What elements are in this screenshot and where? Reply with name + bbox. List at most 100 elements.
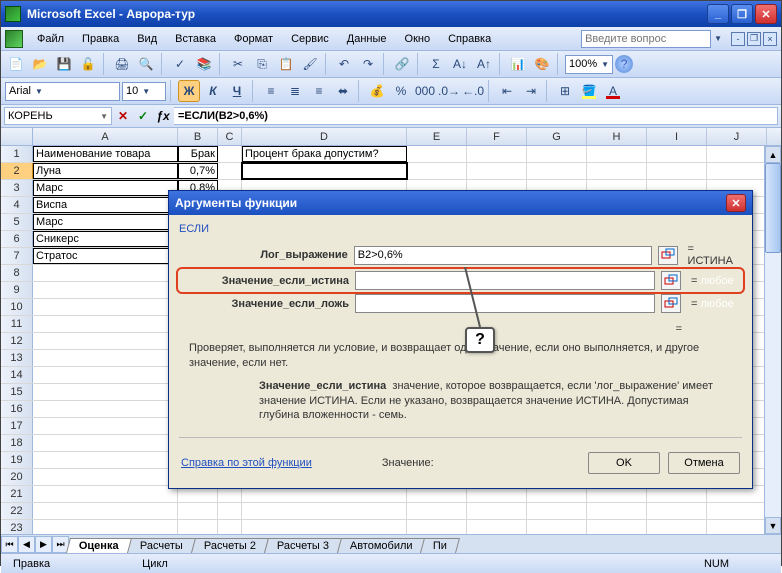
cell-D2[interactable] — [242, 163, 407, 179]
cell-H1[interactable] — [587, 146, 647, 162]
row-header[interactable]: 16 — [1, 401, 33, 417]
cell-A13[interactable] — [33, 350, 178, 366]
cell-B2[interactable]: 0,7% — [178, 163, 218, 179]
cell-B22[interactable] — [178, 503, 218, 519]
italic-button[interactable]: К — [202, 80, 224, 102]
cell-I2[interactable] — [647, 163, 707, 179]
currency-button[interactable]: 💰 — [366, 80, 388, 102]
font-name-combo[interactable]: Arial▼ — [5, 82, 120, 101]
select-all-corner[interactable] — [1, 128, 33, 145]
col-header-A[interactable]: A — [33, 128, 178, 145]
undo-button[interactable]: ↶ — [333, 53, 355, 75]
inc-indent-button[interactable]: ⇥ — [520, 80, 542, 102]
row-header[interactable]: 12 — [1, 333, 33, 349]
menu-insert[interactable]: Вставка — [167, 30, 224, 48]
function-help-link[interactable]: Справка по этой функции — [181, 457, 312, 469]
cell-A19[interactable] — [33, 452, 178, 468]
comma-button[interactable]: 000 — [414, 80, 436, 102]
col-header-G[interactable]: G — [527, 128, 587, 145]
dialog-titlebar[interactable]: Аргументы функции ✕ — [169, 191, 752, 215]
arg1-input[interactable] — [354, 246, 652, 265]
cell-E22[interactable] — [407, 503, 467, 519]
scroll-down-button[interactable]: ▼ — [765, 517, 781, 534]
row-header[interactable]: 3 — [1, 180, 33, 196]
dec-decimal-button[interactable]: ←.0 — [462, 80, 484, 102]
row-header[interactable]: 11 — [1, 316, 33, 332]
mdi-restore[interactable]: ❐ — [747, 32, 761, 46]
name-box[interactable]: КОРЕНЬ▼ — [4, 107, 112, 125]
menu-help[interactable]: Справка — [440, 30, 499, 48]
row-header[interactable]: 9 — [1, 282, 33, 298]
cell-G22[interactable] — [527, 503, 587, 519]
format-painter-button[interactable]: 🖌 — [299, 53, 321, 75]
row-header[interactable]: 19 — [1, 452, 33, 468]
align-left-button[interactable]: ≡ — [260, 80, 282, 102]
arg2-ref-button[interactable] — [661, 271, 681, 290]
hyperlink-button[interactable]: 🔗 — [391, 53, 413, 75]
dec-indent-button[interactable]: ⇤ — [496, 80, 518, 102]
cut-button[interactable]: ✂ — [227, 53, 249, 75]
ok-button[interactable]: OK — [588, 452, 660, 474]
cell-A6[interactable]: Сникерс — [33, 231, 178, 247]
sort-asc-button[interactable]: A↓ — [449, 53, 471, 75]
cell-J1[interactable] — [707, 146, 767, 162]
drawing-button[interactable]: 🎨 — [531, 53, 553, 75]
row-header[interactable]: 15 — [1, 384, 33, 400]
mdi-close[interactable]: × — [763, 32, 777, 46]
permission-button[interactable]: 🔓 — [77, 53, 99, 75]
cell-F1[interactable] — [467, 146, 527, 162]
font-color-button[interactable]: A — [602, 80, 624, 102]
new-button[interactable]: 📄 — [5, 53, 27, 75]
help-search-input[interactable] — [581, 30, 711, 48]
cell-A5[interactable]: Марс — [33, 214, 178, 230]
cell-A9[interactable] — [33, 282, 178, 298]
row-header[interactable]: 21 — [1, 486, 33, 502]
row-header[interactable]: 20 — [1, 469, 33, 485]
row-header[interactable]: 1 — [1, 146, 33, 162]
cell-G2[interactable] — [527, 163, 587, 179]
cell-A14[interactable] — [33, 367, 178, 383]
redo-button[interactable]: ↷ — [357, 53, 379, 75]
percent-button[interactable]: % — [390, 80, 412, 102]
sheet-tab[interactable]: Расчеты 3 — [264, 538, 342, 553]
cell-H2[interactable] — [587, 163, 647, 179]
cell-A3[interactable]: Марс — [33, 180, 178, 196]
tab-nav-next[interactable]: ▶ — [35, 536, 52, 553]
vertical-scrollbar[interactable]: ▲ ▼ — [764, 146, 781, 534]
row-header[interactable]: 7 — [1, 248, 33, 264]
align-right-button[interactable]: ≡ — [308, 80, 330, 102]
cell-A22[interactable] — [33, 503, 178, 519]
cell-A11[interactable] — [33, 316, 178, 332]
arg3-ref-button[interactable] — [661, 294, 681, 313]
print-button[interactable]: 🖨 — [111, 53, 133, 75]
preview-button[interactable]: 🔍 — [135, 53, 157, 75]
formula-cancel-button[interactable]: ✕ — [114, 107, 132, 125]
cell-A8[interactable] — [33, 265, 178, 281]
col-header-I[interactable]: I — [647, 128, 707, 145]
arg2-input[interactable] — [355, 271, 655, 290]
maximize-button[interactable]: ❐ — [731, 4, 753, 24]
cell-C2[interactable] — [218, 163, 242, 179]
col-header-B[interactable]: B — [178, 128, 218, 145]
cell-C22[interactable] — [218, 503, 242, 519]
cell-B1[interactable]: Брак — [178, 146, 218, 162]
merge-button[interactable]: ⬌ — [332, 80, 354, 102]
cell-I22[interactable] — [647, 503, 707, 519]
bold-button[interactable]: Ж — [178, 80, 200, 102]
cell-A17[interactable] — [33, 418, 178, 434]
menu-data[interactable]: Данные — [339, 30, 395, 48]
cancel-button[interactable]: Отмена — [668, 452, 740, 474]
row-header[interactable]: 10 — [1, 299, 33, 315]
formula-enter-button[interactable]: ✓ — [134, 107, 152, 125]
col-header-D[interactable]: D — [242, 128, 407, 145]
close-button[interactable]: ✕ — [755, 4, 777, 24]
row-header[interactable]: 22 — [1, 503, 33, 519]
chart-button[interactable]: 📊 — [507, 53, 529, 75]
dialog-close-button[interactable]: ✕ — [726, 194, 746, 212]
menu-window[interactable]: Окно — [397, 30, 439, 48]
tab-nav-prev[interactable]: ◀ — [18, 536, 35, 553]
fill-color-button[interactable]: 🪣 — [578, 80, 600, 102]
cell-A1[interactable]: Наименование товара — [33, 146, 178, 162]
row-header[interactable]: 5 — [1, 214, 33, 230]
cell-A15[interactable] — [33, 384, 178, 400]
